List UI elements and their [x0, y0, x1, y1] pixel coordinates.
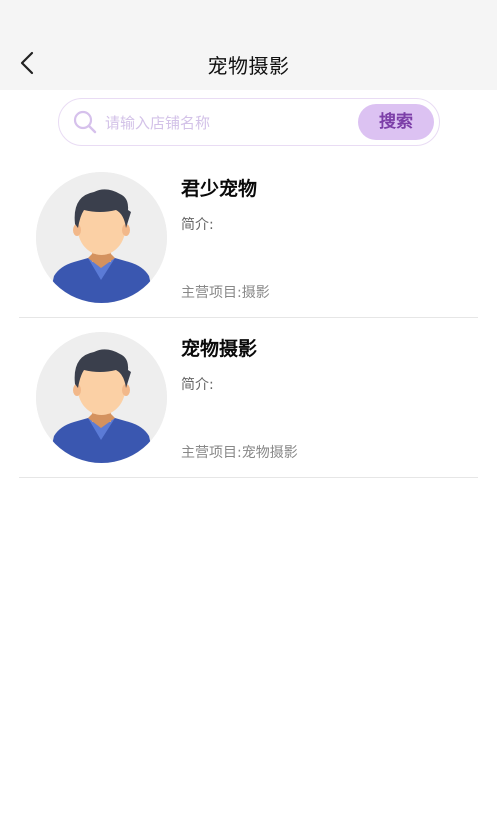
business-label: 主营项目:: [181, 285, 242, 301]
male-avatar-icon: [36, 332, 167, 463]
intro-label: 简介:: [181, 377, 214, 393]
search-icon: [73, 110, 97, 134]
search-input[interactable]: [105, 109, 345, 137]
divider: [19, 477, 478, 478]
store-name: 君少宠物: [181, 178, 258, 200]
store-item[interactable]: 宠物摄影 简介: 主营项目:宠物摄影: [0, 318, 497, 478]
intro-label: 简介:: [181, 217, 214, 233]
store-item[interactable]: 君少宠物 简介: 主营项目:摄影: [0, 158, 497, 318]
business-value: 摄影: [241, 285, 270, 301]
store-business: 主营项目:宠物摄影: [181, 442, 298, 462]
avatar: [36, 332, 167, 463]
search-button[interactable]: 搜索: [358, 104, 434, 140]
store-business: 主营项目:摄影: [181, 282, 270, 302]
store-intro: 简介:: [181, 374, 214, 394]
store-intro: 简介:: [181, 214, 214, 234]
search-bar: 搜索: [58, 98, 440, 146]
business-label: 主营项目:: [181, 445, 242, 461]
business-value: 宠物摄影: [241, 445, 298, 461]
top-bar: 宠物摄影: [0, 0, 497, 90]
avatar: [36, 172, 167, 303]
store-list: 君少宠物 简介: 主营项目:摄影 宠物摄影 简介: 主营项目:宠物摄影: [0, 158, 497, 478]
male-avatar-icon: [36, 172, 167, 303]
page-title: 宠物摄影: [207, 54, 290, 78]
store-name: 宠物摄影: [181, 338, 258, 360]
